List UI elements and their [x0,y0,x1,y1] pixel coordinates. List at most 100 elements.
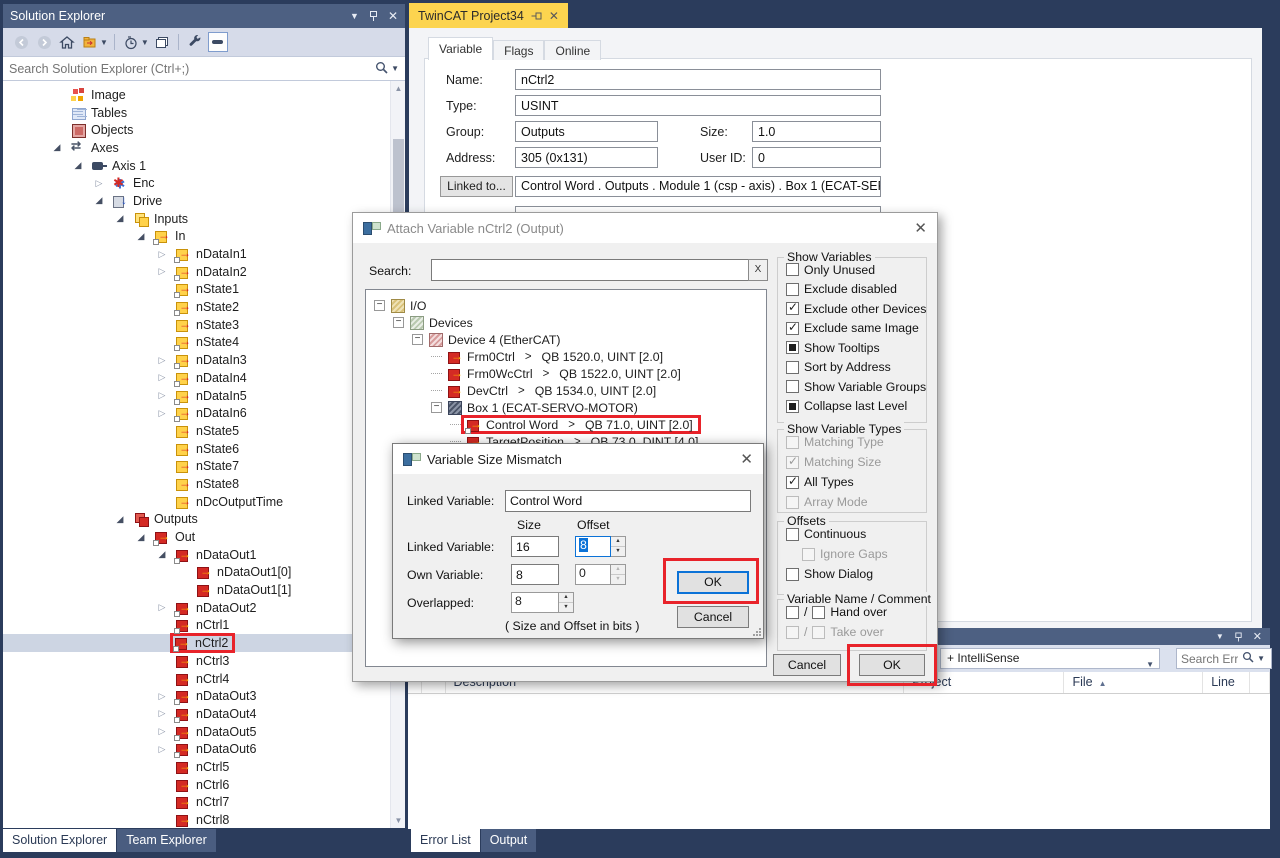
properties-wrench-icon[interactable] [185,32,205,52]
checkbox[interactable] [786,606,799,619]
option-exclude-same-image[interactable]: Exclude same Image [786,320,926,336]
tree-item-nState2[interactable]: nState2 [3,298,390,316]
tree-item-nDataIn5[interactable]: ▷nDataIn5 [3,387,390,405]
expander-icon[interactable]: ◢ [91,195,107,206]
io-tree-item-Box 1 (ECAT-SERVO-MOTOR)[interactable]: −Box 1 (ECAT-SERVO-MOTOR) [366,399,766,416]
search-caret-icon[interactable]: ▼ [1257,654,1265,663]
column-header-line[interactable]: Line [1203,672,1250,693]
own-offset-stepper[interactable]: 0 ▲▼ [575,564,626,585]
expander-icon[interactable]: ▷ [154,390,170,401]
size-field[interactable] [752,121,881,142]
switch-views-caret-icon[interactable]: ▼ [100,38,108,47]
option-hand-over[interactable]: /Hand over [786,604,926,620]
cancel-button[interactable]: Cancel [773,654,841,676]
pending-changes-filter-icon[interactable] [121,32,141,52]
tree-item-Axes[interactable]: ◢Axes [3,139,390,157]
checkbox[interactable] [812,606,825,619]
attach-search-input[interactable] [431,259,749,281]
tree-item-nCtrl2[interactable]: nCtrl2 [3,634,390,652]
document-tab[interactable]: TwinCAT Project34 ✕ [409,3,568,28]
option-continuous[interactable]: Continuous [786,526,926,542]
checkbox[interactable] [786,476,799,489]
group-field[interactable] [515,121,658,142]
overlapped-size-stepper[interactable]: 8 ▲▼ [511,592,574,613]
name-field[interactable] [515,69,881,90]
option-take-over[interactable]: /Take over [786,624,926,640]
tree-item-nState5[interactable]: nState5 [3,422,390,440]
expander-icon[interactable]: ◢ [154,549,170,560]
expander-icon[interactable]: ▷ [154,744,170,755]
user-id-field[interactable] [752,147,881,168]
tree-item-nState4[interactable]: nState4 [3,334,390,352]
tree-item-nState1[interactable]: nState1 [3,281,390,299]
option-exclude-disabled[interactable]: Exclude disabled [786,281,926,297]
option-show-tooltips[interactable]: Show Tooltips [786,340,926,356]
checkbox[interactable] [786,380,799,393]
pin-icon[interactable] [369,10,378,22]
tree-item-nState8[interactable]: nState8 [3,475,390,493]
column-header-file[interactable]: File▲ [1064,672,1203,693]
expander-icon[interactable]: ▷ [91,178,107,189]
search-icon[interactable] [375,61,388,77]
tree-item-nDataIn3[interactable]: ▷nDataIn3 [3,351,390,369]
close-icon[interactable]: ✕ [1253,630,1262,643]
search-caret-icon[interactable]: ▼ [391,64,399,73]
linked-offset-stepper[interactable]: 8 ▲▼ [575,536,626,557]
expander-icon[interactable]: ◢ [49,142,65,153]
tree-item-Tables[interactable]: Tables [3,104,390,122]
checkbox[interactable] [786,302,799,315]
tab-online[interactable]: Online [544,40,601,60]
tree-item-Image[interactable]: Image [3,86,390,104]
expander-icon[interactable]: ▷ [154,266,170,277]
io-tree-item-I/O[interactable]: −I/O [366,297,766,314]
tree-item-nState7[interactable]: nState7 [3,457,390,475]
tree-item-In[interactable]: ◢In [3,228,390,246]
tree-item-nDataOut5[interactable]: ▷nDataOut5 [3,723,390,741]
tree-item-Drive[interactable]: ◢Drive [3,192,390,210]
tool-tab-output[interactable]: Output [481,829,537,852]
expander-icon[interactable]: ▷ [154,408,170,419]
io-tree-item-Control Word[interactable]: Control Word>QB 71.0, UINT [2.0] [366,416,766,433]
tab-flags[interactable]: Flags [493,40,544,60]
scroll-up-icon[interactable]: ▲ [391,81,405,96]
home-icon[interactable] [57,32,77,52]
option-sort-by-address[interactable]: Sort by Address [786,359,926,375]
tree-item-nDataOut1[interactable]: ◢nDataOut1 [3,546,390,564]
expander-icon[interactable]: ◢ [112,514,128,525]
preview-selected-items-icon[interactable] [208,32,228,52]
close-icon[interactable]: ✕ [388,9,398,23]
expander-icon[interactable]: ◢ [112,213,128,224]
close-icon[interactable]: ✕ [549,9,559,23]
tree-item-nDataIn4[interactable]: ▷nDataIn4 [3,369,390,387]
tool-tab-error-list[interactable]: Error List [411,829,480,852]
collapse-box-icon[interactable]: − [374,300,385,311]
expander-icon[interactable]: ▷ [154,355,170,366]
tree-item-nCtrl1[interactable]: nCtrl1 [3,617,390,635]
address-field[interactable] [515,147,658,168]
tree-item-nCtrl8[interactable]: nCtrl8 [3,811,390,828]
expander-icon[interactable]: ◢ [133,231,149,242]
tree-item-nDataOut1[0][interactable]: nDataOut1[0] [3,564,390,582]
tab-variable[interactable]: Variable [428,37,493,60]
checkbox[interactable] [786,400,799,413]
window-menu-caret-icon[interactable]: ▼ [1216,632,1224,641]
option-exclude-other-devices[interactable]: Exclude other Devices [786,301,926,317]
tree-item-nCtrl5[interactable]: nCtrl5 [3,758,390,776]
tree-item-nDcOutputTime[interactable]: nDcOutputTime [3,493,390,511]
option-ignore-gaps[interactable]: Ignore Gaps [802,546,926,562]
clear-search-button[interactable]: X [748,259,768,281]
tree-item-nState6[interactable]: nState6 [3,440,390,458]
tool-tab-solution-explorer[interactable]: Solution Explorer [3,829,116,852]
pin-icon[interactable] [1234,631,1242,642]
intellisense-combo[interactable]: + IntelliSense ▼ [940,648,1160,669]
expander-icon[interactable]: ◢ [70,160,86,171]
checkbox[interactable] [786,361,799,374]
tree-item-nDataOut1[1][interactable]: nDataOut1[1] [3,581,390,599]
tree-item-nDataIn1[interactable]: ▷nDataIn1 [3,245,390,263]
collapse-box-icon[interactable]: − [393,317,404,328]
option-collapse-last-level[interactable]: Collapse last Level [786,398,926,414]
tree-item-nDataOut2[interactable]: ▷nDataOut2 [3,599,390,617]
checkbox[interactable] [786,322,799,335]
type-field[interactable] [515,95,881,116]
window-menu-caret-icon[interactable]: ▼ [350,11,359,21]
